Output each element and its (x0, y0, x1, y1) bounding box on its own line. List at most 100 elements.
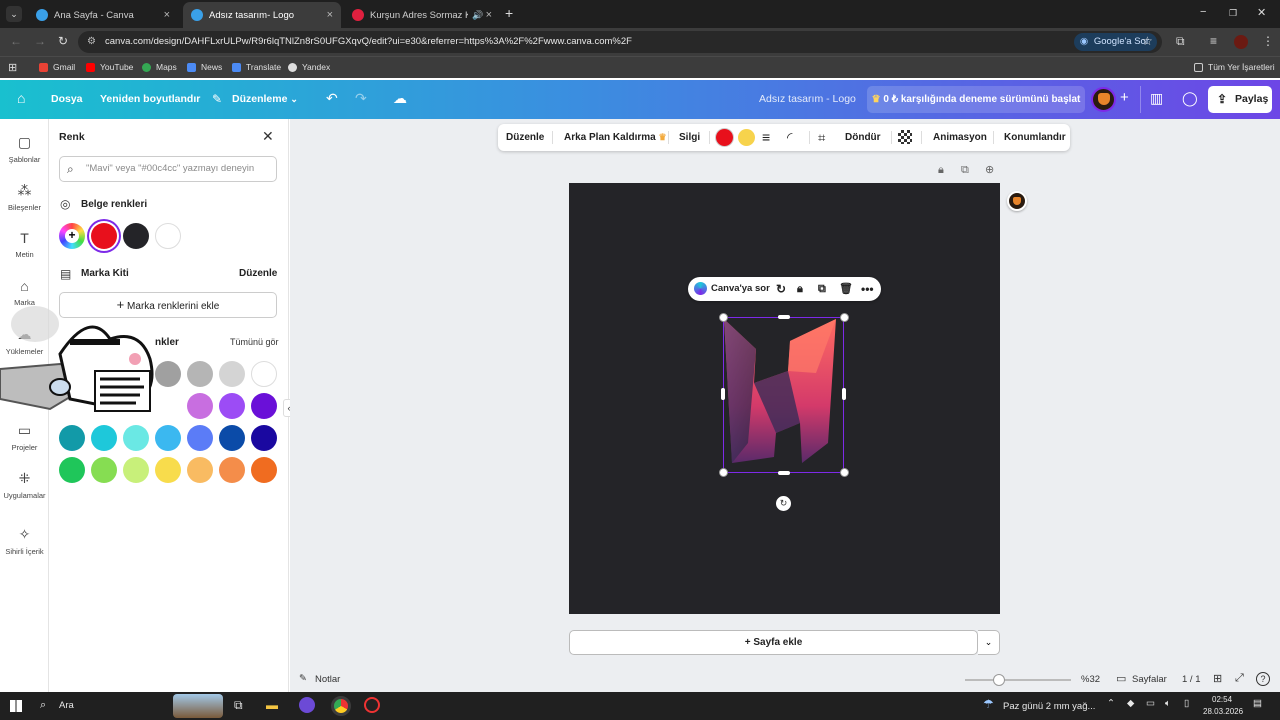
trash-icon[interactable]: 🗑︎ (839, 277, 853, 301)
share-button[interactable]: ⇪ Paylaş (1208, 86, 1272, 113)
clock-date[interactable]: 28.03.2026 (1203, 707, 1243, 716)
doc-color-swatch[interactable] (155, 223, 181, 249)
team-avatar[interactable] (1091, 87, 1116, 112)
close-icon[interactable]: × (327, 9, 333, 21)
help-icon[interactable]: ? (1256, 672, 1270, 686)
close-panel-icon[interactable]: ✕ (262, 128, 274, 145)
color-search-input[interactable]: ⌕ "Mavi" veya "#00c4cc" yazmayı deneyin (59, 156, 277, 182)
corner-rounding-icon[interactable]: ◜ (787, 126, 792, 148)
profile-avatar[interactable] (1234, 35, 1248, 49)
resize-button[interactable]: Yeniden boyutlandır (100, 80, 200, 119)
home-icon[interactable]: ⌂ (17, 90, 25, 106)
tray-app-icon[interactable]: ◆ (1127, 698, 1134, 709)
bookmark-yandex[interactable]: Yandex (288, 62, 330, 72)
edit-image-button[interactable]: Düzenle (506, 124, 544, 151)
flip-button[interactable]: Döndür (845, 124, 881, 151)
fullscreen-icon[interactable]: ⤢ (1235, 672, 1244, 685)
start-trial-button[interactable]: ♛ 0 ₺ karşılığında deneme sürümünü başla… (867, 86, 1085, 113)
resize-handle[interactable] (719, 468, 728, 477)
file-explorer-icon[interactable]: ▬ (266, 698, 278, 712)
bookmark-youtube[interactable]: YouTube (86, 62, 133, 72)
see-all-link[interactable]: Tümünü gör (230, 337, 279, 347)
rail-templates[interactable]: ▢ Şablonlar (0, 134, 49, 164)
zoom-slider-knob[interactable] (992, 674, 1005, 686)
battery-icon[interactable]: ▯ (1184, 698, 1189, 709)
cloud-save-icon[interactable]: ☁ (393, 90, 407, 107)
copy-icon[interactable]: ⧉ (818, 277, 826, 301)
palette-swatch[interactable] (219, 361, 245, 387)
redo-icon[interactable]: ↷ (355, 90, 367, 107)
add-page-button[interactable]: + Sayfa ekle (569, 630, 978, 655)
tab-music[interactable]: Kurşun Adres Sormaz Ki | Yı 🔊 × (344, 2, 500, 28)
all-bookmarks[interactable]: Tüm Yer İşaretleri (1194, 62, 1275, 72)
lock-page-icon[interactable]: 🔒︎ (938, 164, 944, 177)
zoom-percent[interactable]: %32 (1081, 674, 1100, 685)
palette-swatch[interactable] (251, 425, 277, 451)
address-bar[interactable]: ⚙ canva.com/design/DAHFLxrULPw/R9r6lqTNl… (78, 31, 1162, 53)
notifications-icon[interactable]: ▤ (1253, 698, 1262, 709)
chrome-icon[interactable] (331, 696, 351, 716)
resize-handle-top[interactable] (778, 315, 790, 319)
weather-text[interactable]: Paz günü 2 mm yağ... (1003, 701, 1095, 712)
rail-elements[interactable]: ⁂ Bileşenler (0, 182, 49, 212)
bookmark-star-icon[interactable]: ☆ (1142, 34, 1153, 48)
eraser-button[interactable]: Silgi (679, 124, 700, 151)
palette-swatch[interactable] (187, 393, 213, 419)
volume-icon[interactable]: 🔈︎ (1165, 698, 1171, 709)
apps-grid-icon[interactable]: ⊞ (8, 61, 17, 74)
rotate-sparkle-icon[interactable]: ↻ (776, 277, 786, 301)
undo-icon[interactable]: ↶ (326, 90, 338, 107)
media-controls-icon[interactable]: ≡ (1210, 34, 1217, 48)
resize-handle[interactable] (840, 313, 849, 322)
add-page-chevron-icon[interactable]: ⌄ (978, 630, 1000, 655)
color-swatch-red[interactable] (716, 129, 733, 146)
tab-list-chevron-icon[interactable]: ⌄ (6, 6, 22, 22)
palette-swatch[interactable] (219, 457, 245, 483)
rail-apps[interactable]: ⁜ Uygulamalar (0, 470, 49, 500)
palette-swatch[interactable] (251, 393, 277, 419)
brand-edit-link[interactable]: Düzenle (239, 268, 277, 279)
palette-swatch[interactable] (251, 361, 277, 387)
taskbar-search[interactable]: Ara (59, 700, 74, 711)
border-style-icon[interactable]: ≡ (762, 126, 770, 148)
task-view-icon[interactable]: ⧉ (234, 698, 243, 713)
design-canvas[interactable]: Canva'ya sor ↻ 🔒︎ ⧉ 🗑︎ ••• ↻ (569, 183, 1000, 614)
clock-time[interactable]: 02:54 (1212, 695, 1232, 704)
insights-chart-icon[interactable]: ▥ (1150, 90, 1163, 107)
resize-handle[interactable] (719, 313, 728, 322)
file-menu-button[interactable]: Dosya (51, 80, 83, 119)
windows-start-icon[interactable] (10, 700, 22, 712)
site-info-icon[interactable]: ⚙ (87, 31, 96, 53)
duplicate-page-icon[interactable]: ⧉ (961, 164, 969, 177)
rail-text[interactable]: T Metin (0, 230, 49, 259)
doc-color-swatch[interactable] (91, 223, 117, 249)
menu-kebab-icon[interactable]: ⋮ (1262, 34, 1274, 48)
palette-swatch[interactable] (155, 457, 181, 483)
palette-swatch[interactable] (219, 393, 245, 419)
recorder-app-icon[interactable] (364, 697, 380, 713)
more-options-icon[interactable]: ••• (861, 277, 874, 301)
minimize-icon[interactable]: − (1200, 6, 1206, 18)
lock-icon[interactable]: 🔒︎ (797, 277, 803, 301)
tab-design[interactable]: Adsız tasarım- Logo × (183, 2, 341, 28)
comments-icon[interactable]: ◯ (1182, 90, 1198, 107)
resize-handle-bottom[interactable] (778, 471, 790, 475)
app-icon[interactable] (299, 697, 315, 713)
network-icon[interactable]: ▭ (1146, 698, 1155, 709)
restore-icon[interactable]: ❐ (1229, 8, 1237, 19)
color-swatch-yellow[interactable] (738, 129, 755, 146)
bookmark-gmail[interactable]: Gmail (39, 62, 75, 72)
palette-swatch[interactable] (251, 457, 277, 483)
window-close-icon[interactable]: ✕ (1257, 6, 1266, 19)
add-color-button[interactable]: + (59, 223, 85, 249)
rail-magic[interactable]: ✧ Sihirli İçerik (0, 526, 49, 556)
close-icon[interactable]: × (164, 9, 170, 21)
palette-swatch[interactable] (187, 457, 213, 483)
bookmark-translate[interactable]: Translate (232, 62, 281, 72)
doc-color-swatch[interactable] (123, 223, 149, 249)
editing-mode-button[interactable]: Düzenleme ⌄ (232, 80, 298, 119)
new-tab-plus-icon[interactable]: + (505, 5, 513, 21)
close-icon[interactable]: × (486, 9, 492, 21)
zoom-slider[interactable] (965, 679, 1071, 681)
pages-button[interactable]: Sayfalar (1132, 674, 1167, 685)
